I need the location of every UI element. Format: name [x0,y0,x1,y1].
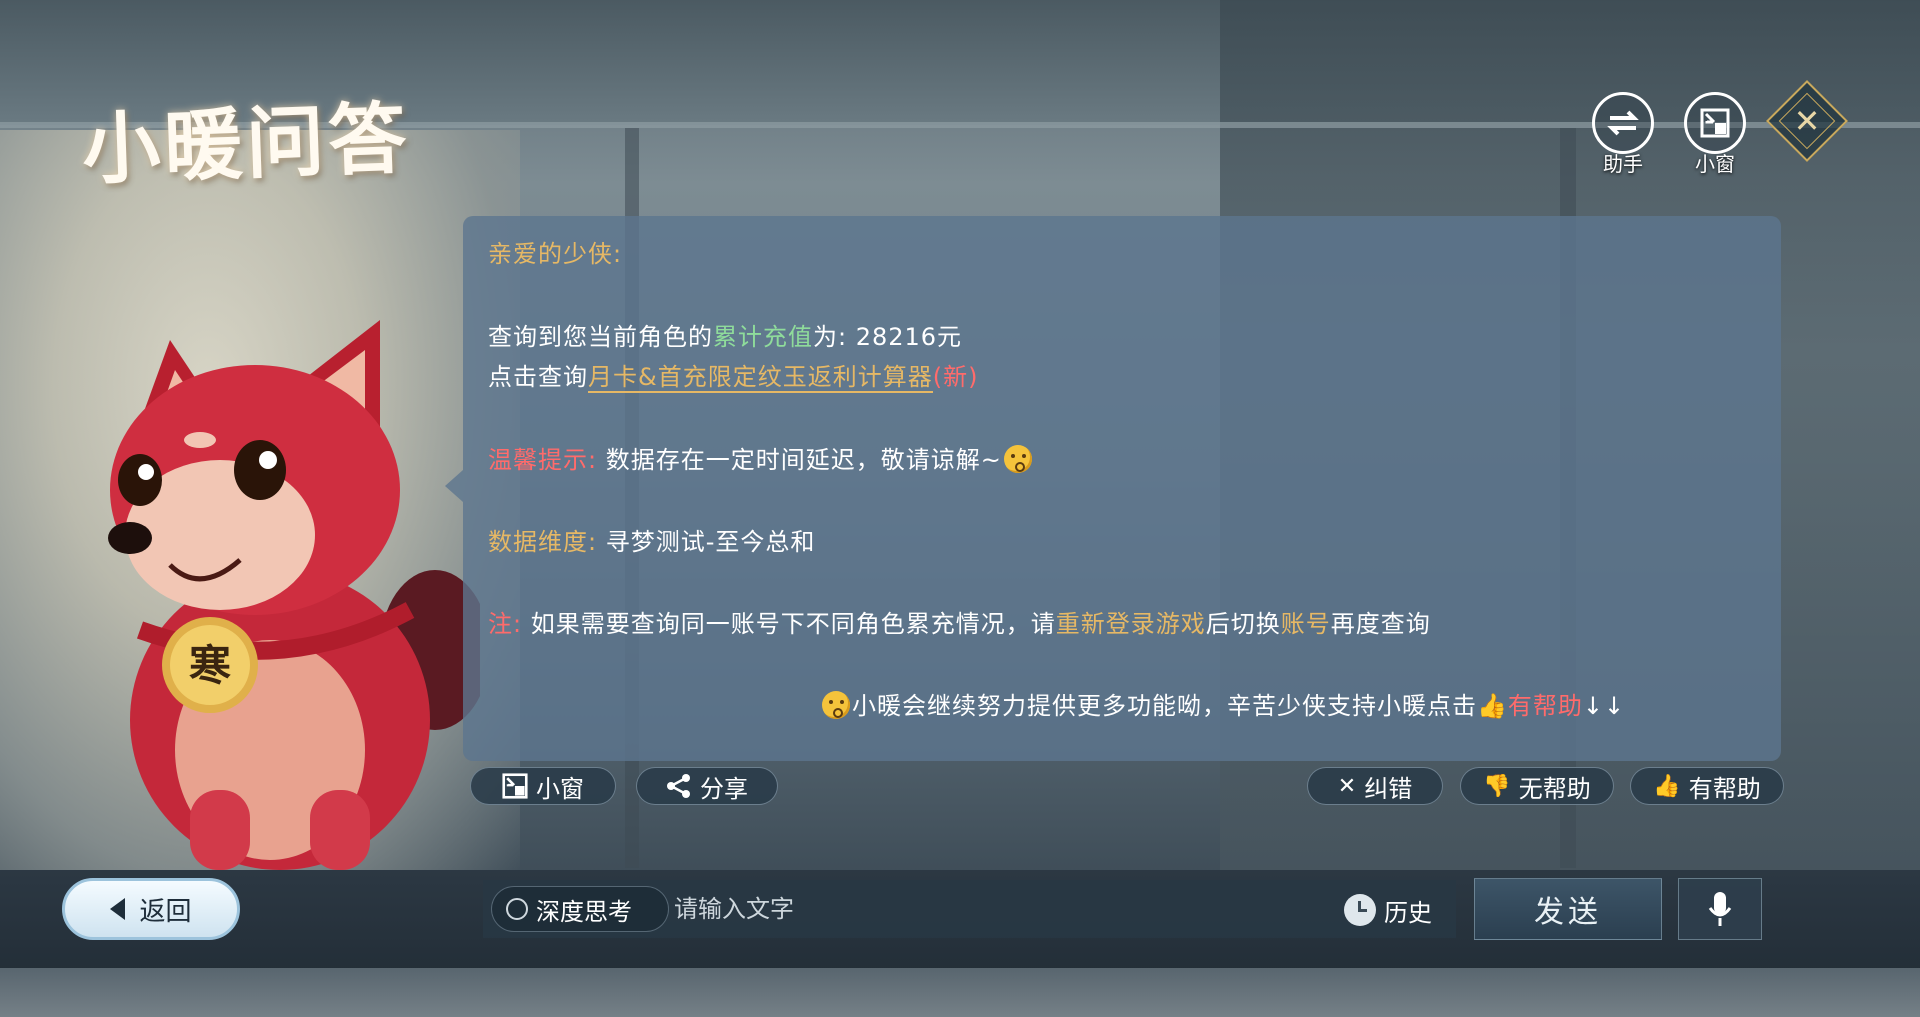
not-helpful-button[interactable]: 👎 无帮助 [1460,767,1614,805]
shiba-mascot: 寒 [108,320,480,870]
not-helpful-label: 无帮助 [1518,774,1591,803]
thumbs-down-icon: 👎 [1483,773,1511,799]
deep-think-toggle[interactable]: 深度思考 [491,886,669,932]
kiss-face-emoji-icon [822,691,850,719]
back-arrow-icon [110,898,126,920]
share-label: 分享 [700,774,748,803]
collar-tag-text: 寒 [189,641,231,690]
tip-label: 温馨提示: [488,446,598,474]
assistant-button[interactable]: 助手 [1592,92,1654,177]
history-label: 历史 [1384,898,1432,927]
close-icon[interactable]: ✕ [1778,92,1836,150]
message-input[interactable] [672,886,1326,932]
dimension-line: 数据维度: 寻梦测试-至今总和 [488,522,815,557]
query-result-line: 查询到您当前角色的累计充值为: 28216元 [488,317,962,352]
back-button[interactable]: 返回 [62,878,240,940]
kiss-face-emoji-icon [1003,445,1032,473]
query-highlight: 累计充值 [713,323,813,351]
send-button[interactable]: 发送 [1474,878,1662,940]
correct-button[interactable]: ✕ 纠错 [1307,767,1443,805]
clock-icon [1344,894,1376,926]
mini-window-top-button[interactable]: 小窗 [1684,92,1746,177]
tip-text: 数据存在一定时间延迟，敬请谅解~ [605,446,1002,474]
back-label: 返回 [139,896,192,927]
note-text-3: 再度查询 [1330,610,1431,638]
calculator-line: 点击查询月卡&首充限定纹玉返利计算器(新) [488,357,979,393]
dimension-text: 寻梦测试-至今总和 [605,528,816,556]
mini-window-top-label: 小窗 [1695,152,1735,176]
mini-window-label: 小窗 [536,774,584,803]
microphone-icon [1708,892,1732,926]
close-x-icon: ✕ [1337,773,1357,799]
footer-text: 小暖会继续努力提供更多功能呦，辛苦少侠支持小暖点击 [852,692,1477,720]
speech-tail [445,470,463,502]
assistant-label: 助手 [1603,152,1643,176]
helpful-button[interactable]: 👍 有帮助 [1630,767,1784,805]
dimension-label: 数据维度: [488,528,598,556]
deep-think-label: 深度思考 [536,897,632,926]
relogin-link[interactable]: 重新登录游戏 [1056,610,1206,638]
radio-icon [506,898,528,920]
message-panel [463,216,1781,761]
note-text-2: 后切换 [1205,610,1281,638]
mini-window-icon [502,773,528,799]
calc-new-badge: (新) [932,363,979,391]
account-link[interactable]: 账号 [1281,610,1331,638]
calculator-link[interactable]: 月卡&首充限定纹玉返利计算器 [588,363,933,393]
calc-prefix: 点击查询 [488,363,588,391]
query-prefix: 查询到您当前角色的 [488,323,713,351]
swap-arrows-icon [1592,92,1654,154]
footer-helpful-link[interactable]: 有帮助 [1508,692,1583,720]
footer-line: 小暖会继续努力提供更多功能呦，辛苦少侠支持小暖点击👍有帮助↓↓ [820,686,1625,721]
background-floor-strip [0,968,1920,1017]
note-text-1: 如果需要查询同一账号下不同角色累充情况，请 [530,610,1056,638]
tip-line: 温馨提示: 数据存在一定时间延迟，敬请谅解~ [488,440,1034,475]
share-button[interactable]: 分享 [636,767,778,805]
microphone-button[interactable] [1678,878,1762,940]
footer-arrows: ↓↓ [1582,692,1626,720]
greeting: 亲爱的少侠: [488,240,623,268]
mini-window-icon [1684,92,1746,154]
query-suffix: 为: 28216元 [813,323,963,351]
correct-label: 纠错 [1364,774,1413,803]
thumbs-up-emoji-icon: 👍 [1477,692,1508,720]
mini-window-button[interactable]: 小窗 [470,767,616,805]
note-label: 注: [488,610,523,638]
note-line: 注: 如果需要查询同一账号下不同角色累充情况，请重新登录游戏后切换账号再度查询 [488,604,1431,639]
share-icon [667,774,690,798]
helpful-label: 有帮助 [1688,774,1761,803]
history-button[interactable]: 历史 [1344,888,1432,932]
page-title: 小暖问答 [80,93,412,196]
thumbs-up-icon: 👍 [1653,773,1681,799]
